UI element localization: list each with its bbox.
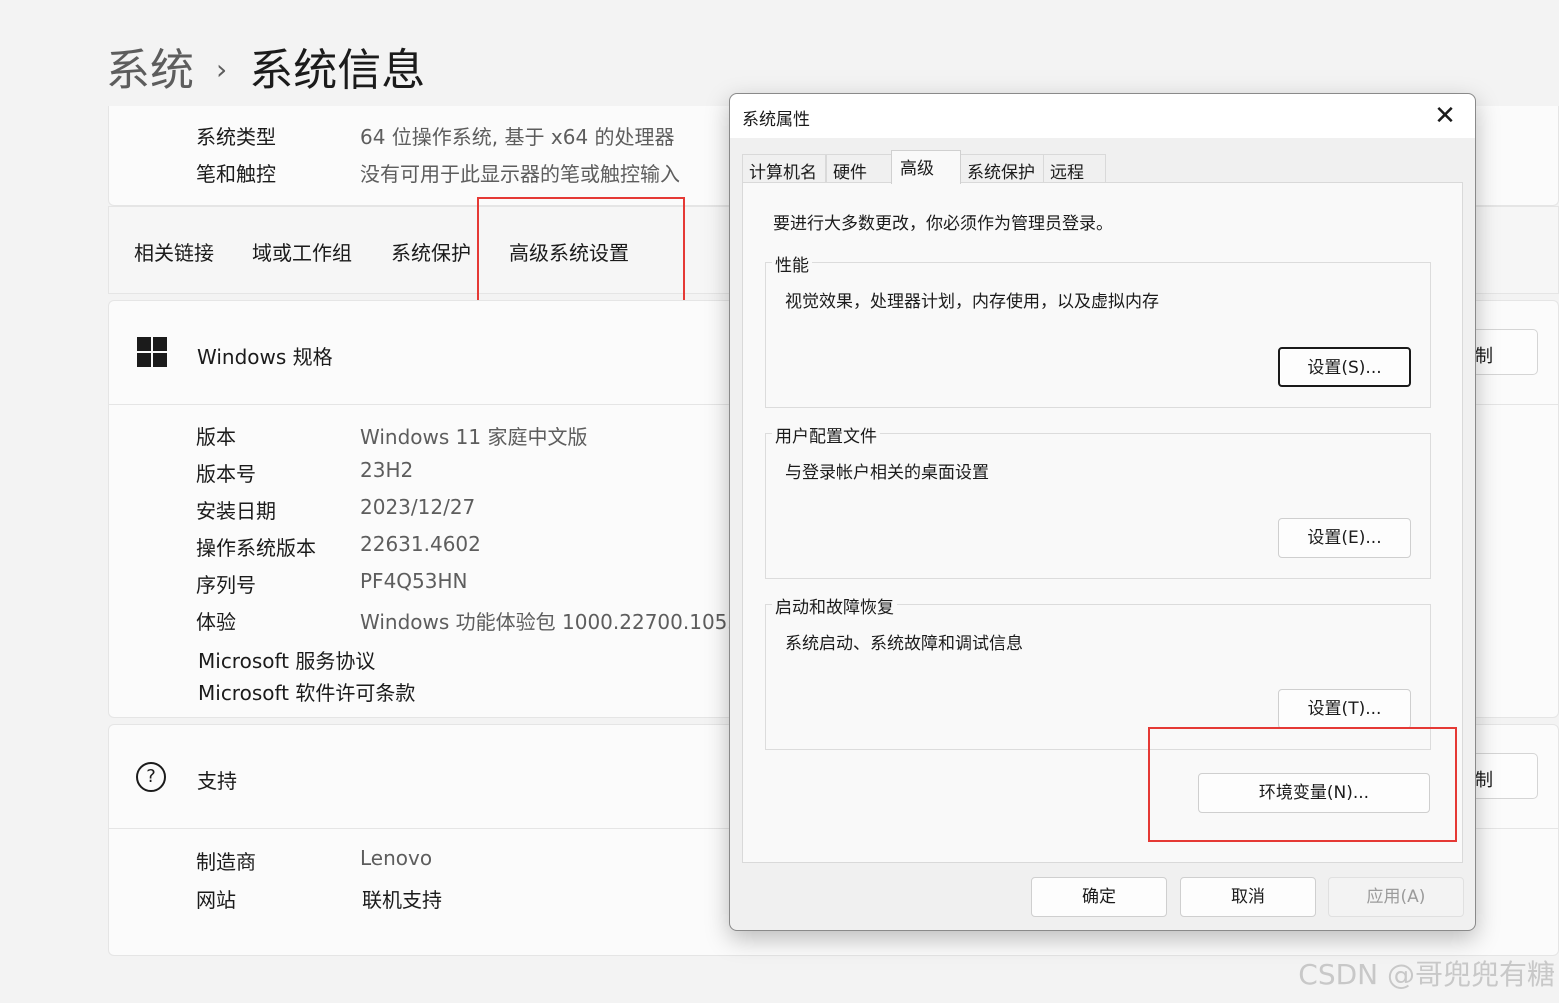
link-system-protection[interactable]: 系统保护 — [391, 237, 471, 266]
dialog-titlebar[interactable]: 系统属性 ✕ — [730, 94, 1475, 138]
spec-label: 版本号 — [196, 462, 256, 486]
help-icon: ? — [136, 762, 166, 792]
breadcrumb-parent[interactable]: 系统 — [106, 34, 194, 98]
group-title: 用户配置文件 — [772, 422, 880, 447]
startup-recovery-settings-button[interactable]: 设置(T)... — [1278, 689, 1411, 729]
spec-label: 体验 — [196, 610, 236, 634]
breadcrumb: 系统 › 系统信息 — [106, 34, 425, 98]
performance-group: 性能 视觉效果，处理器计划，内存使用，以及虚拟内存 设置(S)... — [765, 251, 1431, 408]
group-desc: 系统启动、系统故障和调试信息 — [785, 634, 1023, 654]
spec-value: Lenovo — [360, 846, 433, 870]
spec-label: 安装日期 — [196, 499, 276, 523]
dialog-title: 系统属性 — [742, 110, 810, 130]
ok-button[interactable]: 确定 — [1031, 877, 1167, 917]
spec-label: 网站 — [196, 888, 236, 912]
tab-advanced[interactable]: 高级 — [891, 150, 961, 184]
tab-remote[interactable]: 远程 — [1043, 154, 1106, 183]
spec-value: Windows 11 家庭中文版 — [360, 425, 588, 449]
spec-value: PF4Q53HN — [360, 569, 468, 593]
spec-value: 2023/12/27 — [360, 495, 476, 519]
highlight-box — [1148, 727, 1457, 842]
apply-button[interactable]: 应用(A) — [1328, 877, 1464, 917]
close-icon[interactable]: ✕ — [1425, 98, 1465, 134]
spec-label: 操作系统版本 — [196, 536, 316, 560]
group-desc: 视觉效果，处理器计划，内存使用，以及虚拟内存 — [785, 292, 1159, 312]
spec-label: 系统类型 — [196, 125, 276, 149]
watermark: CSDN @哥兜兜有糖 — [1298, 958, 1555, 991]
user-profiles-settings-button[interactable]: 设置(E)... — [1278, 518, 1411, 558]
windows-logo-icon — [137, 337, 167, 367]
tab-computer-name[interactable]: 计算机名 — [742, 154, 826, 183]
link-domain-workgroup[interactable]: 域或工作组 — [252, 237, 352, 266]
support-title: 支持 — [197, 769, 237, 793]
spec-value: 没有可用于此显示器的笔或触控输入 — [360, 162, 680, 186]
spec-label: 制造商 — [196, 850, 256, 874]
group-title: 性能 — [772, 251, 812, 276]
tab-system-protection[interactable]: 系统保护 — [960, 154, 1044, 183]
spec-value: 64 位操作系统, 基于 x64 的处理器 — [360, 125, 675, 149]
spec-value: Windows 功能体验包 1000.22700.1055.0 — [360, 610, 760, 634]
admin-note: 要进行大多数更改，你必须作为管理员登录。 — [773, 214, 1113, 234]
spec-value: 22631.4602 — [360, 532, 481, 556]
user-profiles-group: 用户配置文件 与登录帐户相关的桌面设置 设置(E)... — [765, 422, 1431, 579]
spec-value: 23H2 — [360, 458, 414, 482]
related-links-label: 相关链接 — [134, 241, 214, 265]
highlight-box — [477, 197, 685, 308]
tab-hardware[interactable]: 硬件 — [826, 154, 892, 183]
group-desc: 与登录帐户相关的桌面设置 — [785, 463, 989, 483]
performance-settings-button[interactable]: 设置(S)... — [1278, 347, 1411, 387]
chevron-right-icon: › — [216, 52, 228, 86]
spec-label: 笔和触控 — [196, 162, 276, 186]
group-title: 启动和故障恢复 — [772, 593, 897, 618]
page-title: 系统信息 — [249, 45, 426, 96]
spec-label: 序列号 — [196, 573, 256, 597]
link-online-support[interactable]: 联机支持 — [362, 884, 442, 913]
cancel-button[interactable]: 取消 — [1180, 877, 1316, 917]
link-license-terms[interactable]: Microsoft 软件许可条款 — [198, 677, 415, 706]
link-service-agreement[interactable]: Microsoft 服务协议 — [198, 645, 375, 674]
windows-specs-title: Windows 规格 — [197, 345, 333, 369]
spec-label: 版本 — [196, 425, 236, 449]
